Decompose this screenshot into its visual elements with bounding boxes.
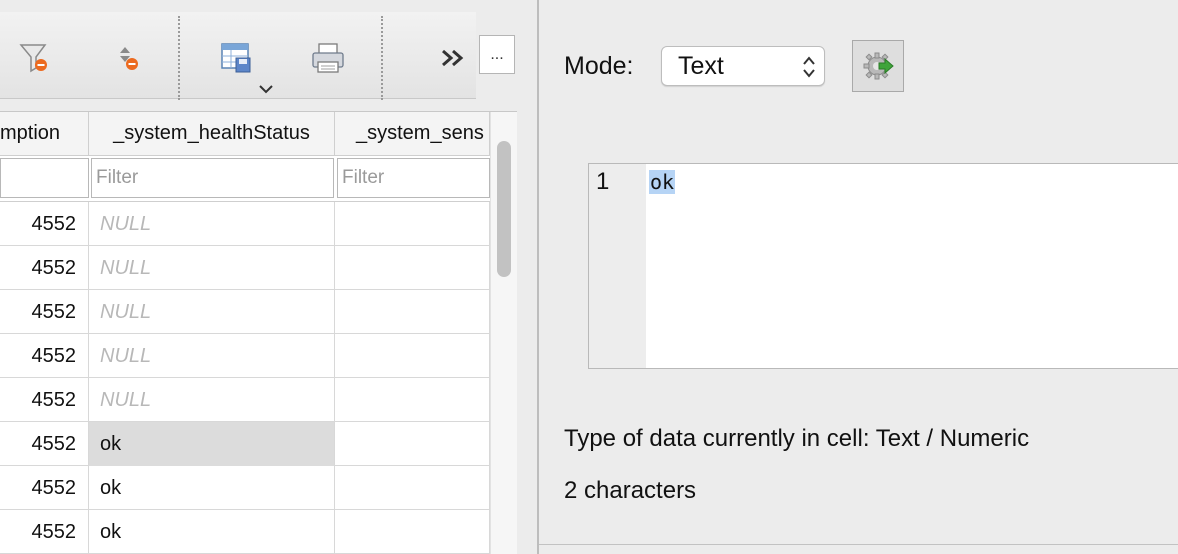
cell-healthstatus[interactable]: NULL (89, 334, 335, 378)
more-button[interactable]: ... (479, 35, 515, 74)
cell-healthstatus[interactable]: ok (89, 422, 335, 466)
filter-row: Filter Filter (0, 156, 490, 202)
table-row[interactable]: 4552 ok (0, 510, 490, 554)
table-row[interactable]: 4552 ok (0, 466, 490, 510)
table-row[interactable]: 4552 ok (0, 422, 490, 466)
cell-consumption[interactable]: 4552 (0, 202, 89, 246)
clear-filters-icon (19, 44, 47, 73)
character-count: 2 characters (564, 477, 697, 504)
filter-input-healthstatus[interactable]: Filter (91, 158, 334, 198)
cell-consumption[interactable]: 4552 (0, 510, 89, 554)
mode-select-value: Text (678, 51, 724, 80)
save-table-icon (221, 43, 251, 73)
app-window: ... mption _system_healthStatus _system_… (0, 0, 1178, 554)
cell-healthstatus[interactable]: NULL (89, 378, 335, 422)
column-header-healthstatus[interactable]: _system_healthStatus (89, 112, 335, 156)
gear-apply-icon (863, 52, 894, 80)
overflow-button[interactable] (434, 40, 474, 76)
column-header-consumption[interactable]: mption (0, 112, 89, 156)
cell-sensor[interactable] (335, 378, 490, 422)
cell-sensor[interactable] (335, 290, 490, 334)
cell-type-info: Type of data currently in cell: Text / N… (564, 425, 1030, 452)
clear-sort-icon (120, 47, 138, 70)
cell-healthstatus[interactable]: ok (89, 466, 335, 510)
cell-sensor[interactable] (335, 202, 490, 246)
clear-sort-button[interactable] (107, 40, 147, 76)
cell-sensor[interactable] (335, 334, 490, 378)
cell-consumption[interactable]: 4552 (0, 334, 89, 378)
mode-label: Mode: (564, 52, 634, 80)
filter-input-consumption[interactable] (0, 158, 89, 198)
table-row[interactable]: 4552 NULL (0, 378, 490, 422)
toolbar-separator (381, 16, 383, 100)
print-button[interactable] (308, 40, 348, 76)
chevrons-right-icon (442, 49, 464, 67)
column-header-sensor[interactable]: _system_sens (335, 112, 490, 156)
clear-filters-button[interactable] (14, 40, 54, 76)
vertical-scrollbar[interactable] (490, 112, 517, 554)
cell-healthstatus[interactable]: NULL (89, 202, 335, 246)
cell-sensor[interactable] (335, 422, 490, 466)
edit-cell-pane: Mode: Text 1 ok Type of data currently i… (539, 0, 1178, 554)
cell-healthstatus[interactable]: ok (89, 510, 335, 554)
toolbar-separator (178, 16, 180, 100)
updown-chevron-icon (803, 56, 815, 78)
cell-content-text[interactable]: ok (649, 170, 676, 194)
table-row[interactable]: 4552 NULL (0, 334, 490, 378)
table-row[interactable]: 4552 NULL (0, 246, 490, 290)
save-table-button[interactable] (216, 40, 256, 76)
cell-editor[interactable]: 1 ok (588, 163, 1178, 369)
cell-consumption[interactable]: 4552 (0, 422, 89, 466)
filter-input-sensor[interactable]: Filter (337, 158, 490, 198)
toolbar (0, 12, 476, 100)
cell-consumption[interactable]: 4552 (0, 378, 89, 422)
cell-healthstatus[interactable]: NULL (89, 290, 335, 334)
cell-sensor[interactable] (335, 510, 490, 554)
print-icon (312, 43, 344, 73)
chevron-down-icon[interactable] (258, 82, 274, 100)
line-number-gutter: 1 (589, 164, 646, 368)
pane-bottom-border (539, 544, 1178, 545)
mode-select[interactable]: Text (661, 46, 825, 86)
cell-sensor[interactable] (335, 246, 490, 290)
data-browser-pane: ... mption _system_healthStatus _system_… (0, 0, 537, 554)
cell-consumption[interactable]: 4552 (0, 466, 89, 510)
data-grid: mption _system_healthStatus _system_sens… (0, 111, 517, 554)
table-row[interactable]: 4552 NULL (0, 202, 490, 246)
apply-button[interactable] (852, 40, 904, 92)
line-number: 1 (596, 168, 610, 195)
scrollbar-thumb[interactable] (497, 141, 511, 277)
cell-consumption[interactable]: 4552 (0, 290, 89, 334)
cell-healthstatus[interactable]: NULL (89, 246, 335, 290)
cell-consumption[interactable]: 4552 (0, 246, 89, 290)
table-row[interactable]: 4552 NULL (0, 290, 490, 334)
cell-sensor[interactable] (335, 466, 490, 510)
